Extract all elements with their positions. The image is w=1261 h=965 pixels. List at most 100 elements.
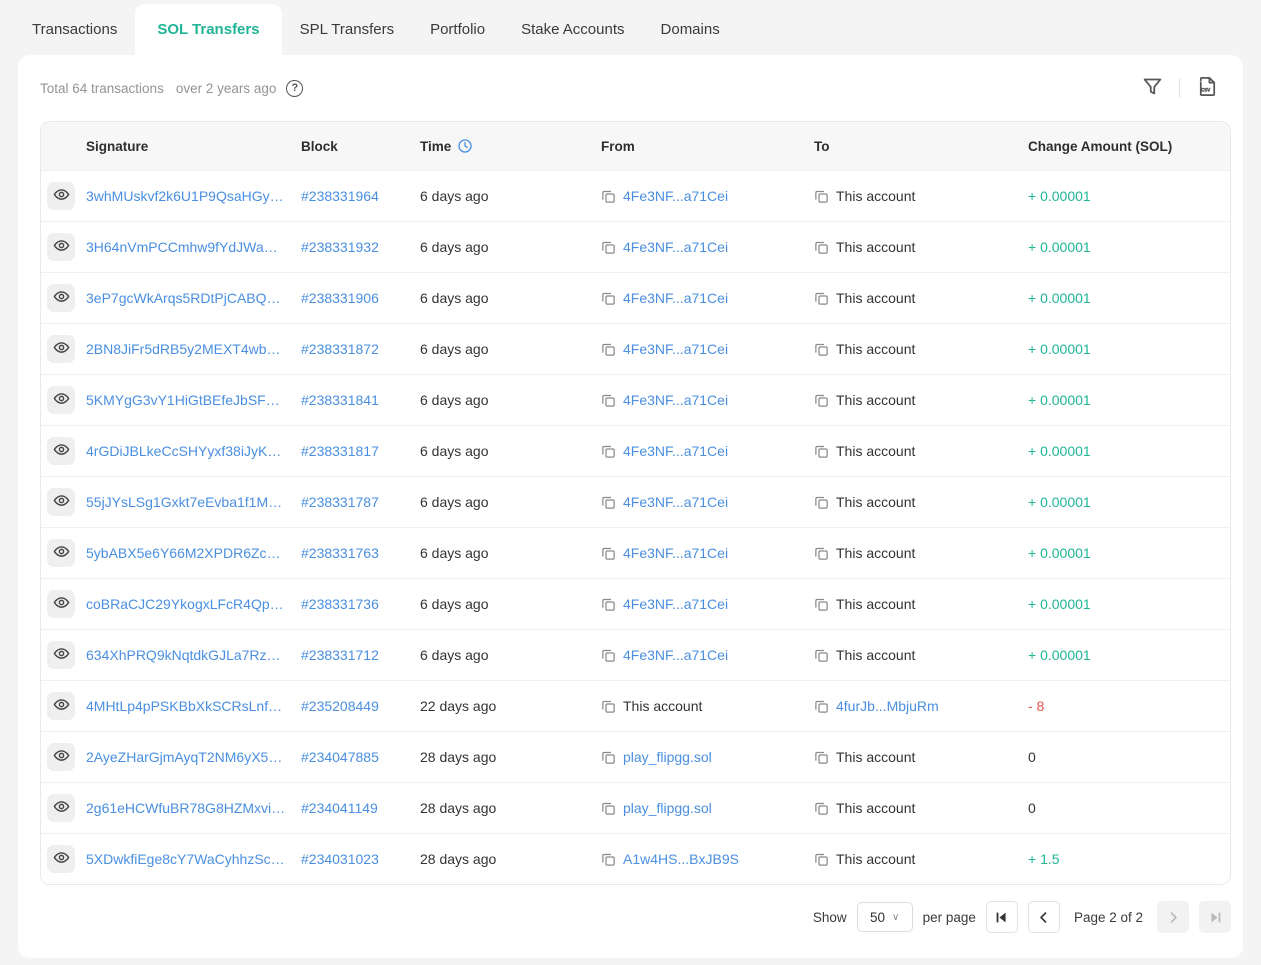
clock-icon[interactable] (457, 138, 473, 154)
signature-link[interactable]: 2AyeZHarGjmAyqT2NM6yX5… (86, 749, 282, 765)
copy-icon[interactable] (601, 240, 616, 255)
from-address[interactable]: 4Fe3NF...a71Cei (623, 443, 728, 459)
last-page-button[interactable] (1199, 901, 1231, 933)
from-address[interactable]: 4Fe3NF...a71Cei (623, 392, 728, 408)
copy-icon[interactable] (601, 699, 616, 714)
header-time[interactable]: Time (420, 138, 601, 154)
tab-transactions[interactable]: Transactions (14, 4, 135, 55)
to-address[interactable]: This account (836, 443, 915, 459)
to-address[interactable]: This account (836, 647, 915, 663)
preview-transaction-button[interactable] (47, 845, 75, 873)
signature-link[interactable]: 5KMYgG3vY1HiGtBEfeJbSF… (86, 392, 280, 408)
signature-link[interactable]: 5ybABX5e6Y66M2XPDR6Zc… (86, 545, 281, 561)
preview-transaction-button[interactable] (47, 437, 75, 465)
signature-link[interactable]: 55jJYsLSg1Gxkt7eEvba1f1M… (86, 494, 282, 510)
copy-icon[interactable] (814, 495, 829, 510)
copy-icon[interactable] (814, 597, 829, 612)
signature-link[interactable]: 3eP7gcWkArqs5RDtPjCABQ… (86, 290, 281, 306)
to-address[interactable]: This account (836, 494, 915, 510)
block-link[interactable]: #234041149 (301, 800, 378, 816)
block-link[interactable]: #238331787 (301, 494, 379, 510)
copy-icon[interactable] (814, 648, 829, 663)
preview-transaction-button[interactable] (47, 794, 75, 822)
block-link[interactable]: #238331872 (301, 341, 379, 357)
tab-sol-transfers[interactable]: SOL Transfers (135, 4, 281, 55)
block-link[interactable]: #238331763 (301, 545, 379, 561)
copy-icon[interactable] (601, 597, 616, 612)
export-csv-button[interactable]: csv (1194, 73, 1221, 103)
to-address[interactable]: This account (836, 290, 915, 306)
to-address[interactable]: This account (836, 188, 915, 204)
block-link[interactable]: #238331817 (301, 443, 379, 459)
signature-link[interactable]: 2g61eHCWfuBR78G8HZMxvi… (86, 800, 285, 816)
tab-spl-transfers[interactable]: SPL Transfers (282, 4, 412, 55)
copy-icon[interactable] (601, 852, 616, 867)
to-address[interactable]: This account (836, 851, 915, 867)
signature-link[interactable]: 2BN8JiFr5dRB5y2MEXT4wb… (86, 341, 281, 357)
copy-icon[interactable] (601, 648, 616, 663)
block-link[interactable]: #238331906 (301, 290, 379, 306)
to-address[interactable]: This account (836, 800, 915, 816)
preview-transaction-button[interactable] (47, 590, 75, 618)
copy-icon[interactable] (601, 801, 616, 816)
copy-icon[interactable] (814, 291, 829, 306)
preview-transaction-button[interactable] (47, 233, 75, 261)
copy-icon[interactable] (601, 444, 616, 459)
from-address[interactable]: 4Fe3NF...a71Cei (623, 494, 728, 510)
from-address[interactable]: 4Fe3NF...a71Cei (623, 596, 728, 612)
from-address[interactable]: 4Fe3NF...a71Cei (623, 290, 728, 306)
preview-transaction-button[interactable] (47, 692, 75, 720)
preview-transaction-button[interactable] (47, 386, 75, 414)
copy-icon[interactable] (814, 801, 829, 816)
block-link[interactable]: #238331841 (301, 392, 379, 408)
signature-link[interactable]: 634XhPRQ9kNqtdkGJLa7Rz… (86, 647, 281, 663)
copy-icon[interactable] (814, 546, 829, 561)
tab-domains[interactable]: Domains (643, 4, 738, 55)
to-address[interactable]: This account (836, 545, 915, 561)
help-icon[interactable]: ? (286, 80, 303, 97)
to-address[interactable]: This account (836, 596, 915, 612)
copy-icon[interactable] (601, 189, 616, 204)
tab-portfolio[interactable]: Portfolio (412, 4, 503, 55)
copy-icon[interactable] (814, 699, 829, 714)
preview-transaction-button[interactable] (47, 743, 75, 771)
block-link[interactable]: #234031023 (301, 851, 379, 867)
signature-link[interactable]: coBRaCJC29YkogxLFcR4Qp… (86, 596, 284, 612)
block-link[interactable]: #238331932 (301, 239, 379, 255)
copy-icon[interactable] (601, 495, 616, 510)
signature-link[interactable]: 4MHtLp4pPSKBbXkSCRsLnf… (86, 698, 282, 714)
from-address[interactable]: 4Fe3NF...a71Cei (623, 188, 728, 204)
preview-transaction-button[interactable] (47, 284, 75, 312)
preview-transaction-button[interactable] (47, 182, 75, 210)
from-address[interactable]: play_flipgg.sol (623, 800, 712, 816)
from-address[interactable]: 4Fe3NF...a71Cei (623, 545, 728, 561)
first-page-button[interactable] (986, 901, 1018, 933)
to-address[interactable]: 4furJb...MbjuRm (836, 698, 939, 714)
block-link[interactable]: #238331712 (301, 647, 379, 663)
copy-icon[interactable] (601, 393, 616, 408)
copy-icon[interactable] (601, 342, 616, 357)
copy-icon[interactable] (814, 444, 829, 459)
signature-link[interactable]: 5XDwkfiEge8cY7WaCyhhzSc… (86, 851, 285, 867)
copy-icon[interactable] (814, 189, 829, 204)
block-link[interactable]: #235208449 (301, 698, 379, 714)
copy-icon[interactable] (814, 750, 829, 765)
copy-icon[interactable] (814, 342, 829, 357)
signature-link[interactable]: 3H64nVmPCCmhw9fYdJWa… (86, 239, 278, 255)
block-link[interactable]: #238331736 (301, 596, 379, 612)
from-address[interactable]: 4Fe3NF...a71Cei (623, 239, 728, 255)
from-address[interactable]: play_flipgg.sol (623, 749, 712, 765)
preview-transaction-button[interactable] (47, 641, 75, 669)
copy-icon[interactable] (814, 240, 829, 255)
signature-link[interactable]: 4rGDiJBLkeCcSHYyxf38iJyK… (86, 443, 281, 459)
copy-icon[interactable] (814, 393, 829, 408)
signature-link[interactable]: 3whMUskvf2k6U1P9QsaHGy… (86, 188, 284, 204)
block-link[interactable]: #238331964 (301, 188, 379, 204)
from-address[interactable]: 4Fe3NF...a71Cei (623, 647, 728, 663)
from-address[interactable]: 4Fe3NF...a71Cei (623, 341, 728, 357)
preview-transaction-button[interactable] (47, 488, 75, 516)
page-size-select[interactable]: 50 ∨ (857, 902, 913, 932)
filter-button[interactable] (1140, 74, 1165, 102)
copy-icon[interactable] (814, 852, 829, 867)
next-page-button[interactable] (1157, 901, 1189, 933)
